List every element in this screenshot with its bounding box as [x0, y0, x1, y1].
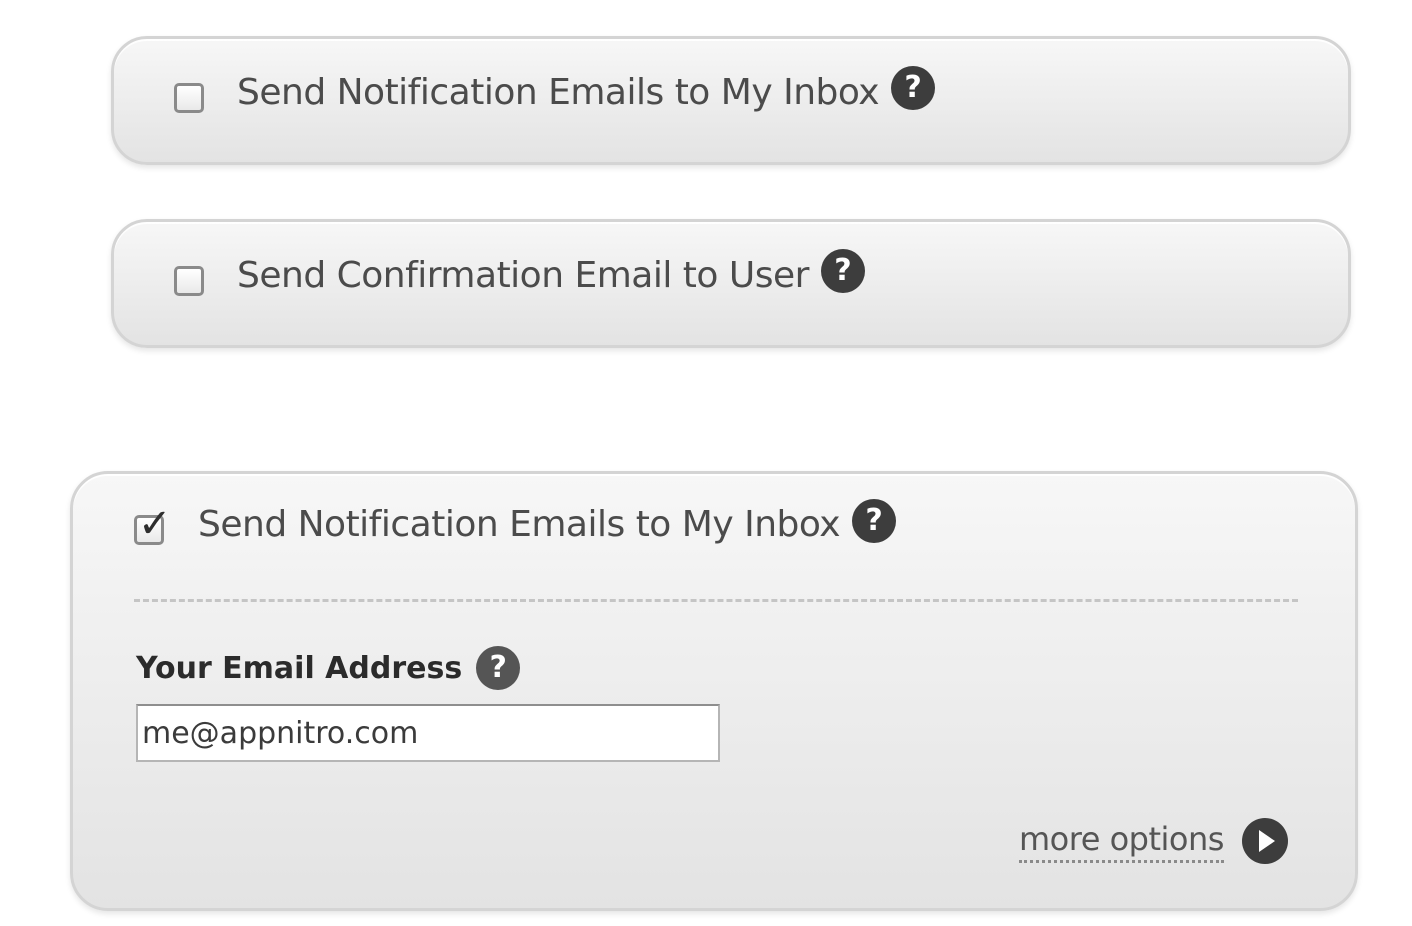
question-circle-icon[interactable]: ? [891, 66, 936, 110]
question-circle-icon[interactable]: ? [852, 498, 897, 543]
notification-emails-panel-collapsed: Send Notification Emails to My Inbox ? [111, 36, 1351, 165]
more-options-link[interactable]: more options [1019, 820, 1224, 863]
notification-emails-label-expanded[interactable]: Send Notification Emails to My Inbox [198, 504, 841, 545]
confirmation-email-checkbox[interactable] [174, 266, 204, 296]
checkmark-icon: ✓ [138, 500, 172, 547]
confirmation-email-label[interactable]: Send Confirmation Email to User [237, 255, 809, 296]
play-circle-icon[interactable] [1241, 818, 1288, 864]
notification-emails-option-expanded[interactable]: ✓ Send Notification Emails to My Inbox ? [134, 498, 897, 545]
email-address-input[interactable] [136, 704, 720, 762]
notification-emails-label[interactable]: Send Notification Emails to My Inbox [237, 72, 880, 113]
notification-emails-checkbox-checked[interactable]: ✓ [134, 504, 172, 545]
notification-emails-checkbox[interactable] [174, 83, 204, 113]
email-field-label: Your Email Address [136, 650, 463, 686]
question-circle-icon[interactable]: ? [476, 646, 521, 690]
notification-emails-panel-expanded: ✓ Send Notification Emails to My Inbox ?… [70, 471, 1358, 911]
dashed-divider [134, 599, 1298, 602]
notification-emails-option[interactable]: Send Notification Emails to My Inbox ? [174, 66, 936, 113]
more-options-button[interactable]: more options [1019, 818, 1288, 864]
confirmation-email-panel-collapsed: Send Confirmation Email to User ? [111, 219, 1351, 348]
confirmation-email-option[interactable]: Send Confirmation Email to User ? [174, 249, 865, 296]
email-field-label-row: Your Email Address ? [136, 646, 521, 690]
question-circle-icon[interactable]: ? [820, 249, 865, 293]
